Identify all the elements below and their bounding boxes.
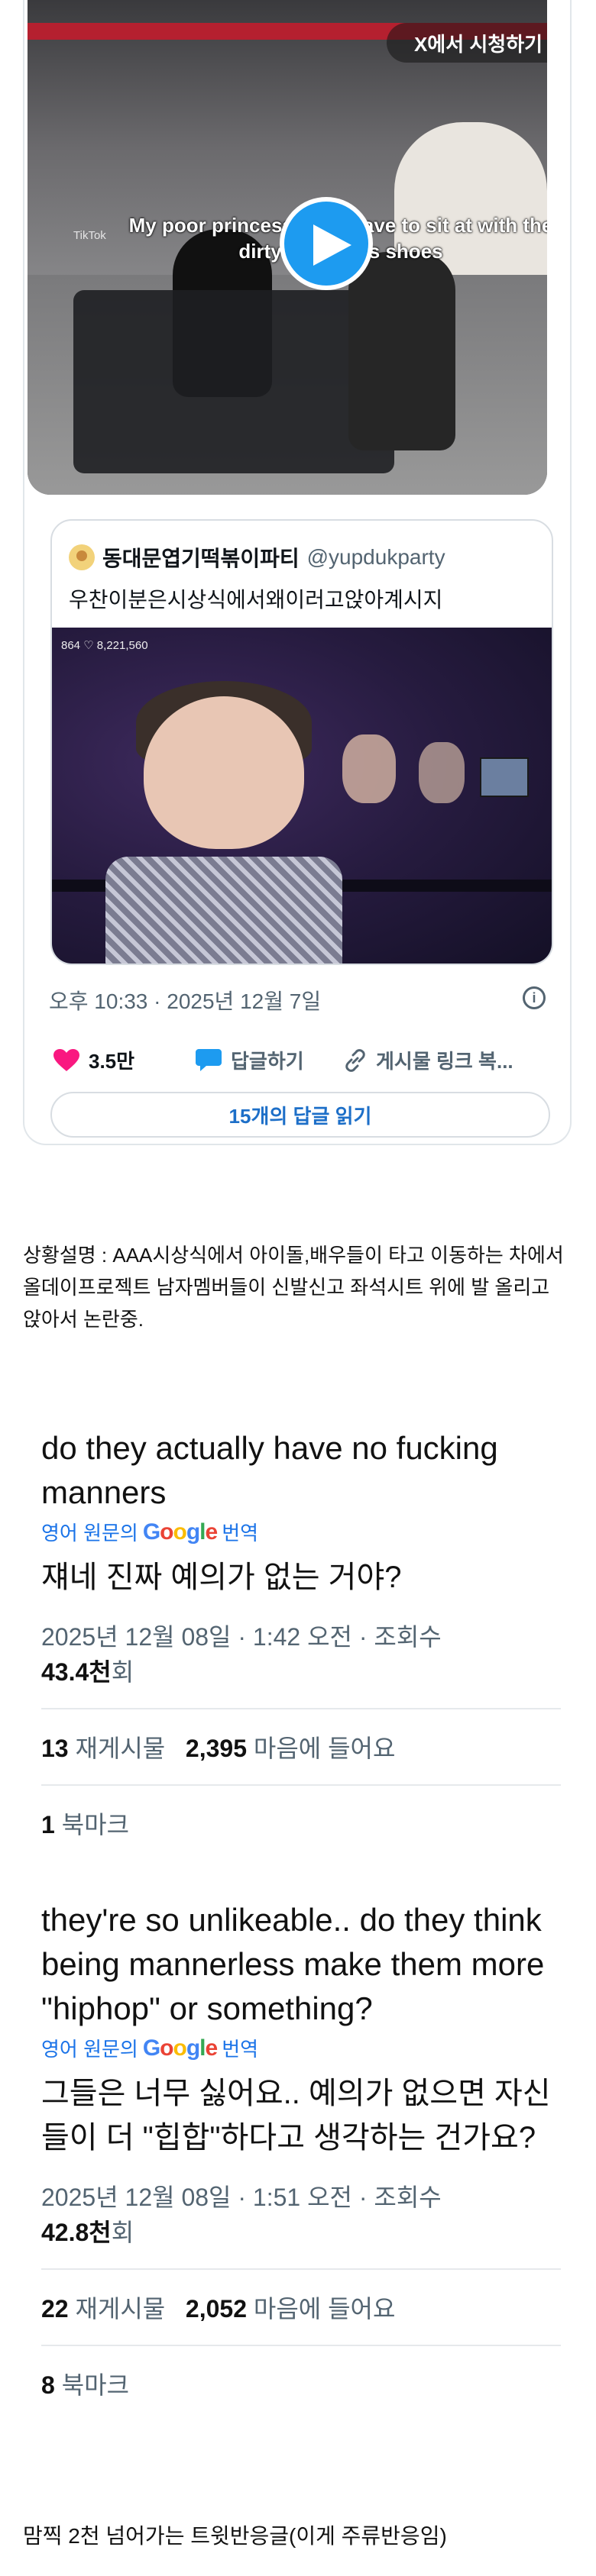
likes-count: 2,395 bbox=[185, 1735, 247, 1762]
google-logo: Google bbox=[142, 2035, 218, 2061]
reply-label: 답글하기 bbox=[231, 1050, 304, 1073]
likes-stat[interactable]: 2,395 마음에 들어요 bbox=[186, 1735, 396, 1762]
translate-prefix: 영어 원문의 bbox=[41, 2038, 138, 2061]
quoted-author-name[interactable]: 동대문엽기떡볶이파티 bbox=[102, 542, 300, 573]
footer-note: 맘찍 2천 넘어가는 트윗반응글(이게 주류반응임) bbox=[23, 2524, 447, 2548]
like-button[interactable]: 3.5만 bbox=[53, 1046, 134, 1074]
tiktok-watermark: TikTok bbox=[73, 229, 106, 242]
reply-bookmarks[interactable]: 8 북마크 bbox=[41, 2346, 561, 2421]
image-stats: 864 ♡ 8,221,560 bbox=[61, 639, 148, 652]
reply-button[interactable]: 답글하기 bbox=[196, 1046, 304, 1074]
situation-explanation: 상황설명 : AAA시상식에서 아이돌,배우들이 타고 이동하는 차에서 올데이… bbox=[23, 1244, 564, 1331]
background-screen bbox=[480, 757, 529, 797]
quoted-tweet-image[interactable]: 864 ♡ 8,221,560 bbox=[52, 628, 552, 964]
likes-count: 2,052 bbox=[185, 2295, 247, 2323]
likes-label: 마음에 들어요 bbox=[253, 2295, 396, 2323]
translate-suffix: 번역 bbox=[222, 2038, 259, 2061]
tweet-actions: 3.5만 답글하기 게시물 링크 복... bbox=[53, 1046, 550, 1077]
reposts-stat[interactable]: 13 재게시물 bbox=[41, 1735, 165, 1762]
reply-timestamp[interactable]: 2025년 12월 08일 · 1:51 오전 · 조회수 bbox=[41, 2178, 561, 2213]
image-person-face bbox=[144, 696, 304, 849]
like-count: 3.5만 bbox=[89, 1050, 135, 1073]
reply-translated-text: 그들은 너무 싫어요.. 예의가 없으면 자신들이 더 "힙합"하다고 생각하는… bbox=[41, 2077, 551, 2155]
views-count: 43.4천 bbox=[41, 1658, 112, 1686]
bookmarks-count: 8 bbox=[41, 2371, 55, 2399]
reposts-stat[interactable]: 22 재게시물 bbox=[41, 2295, 165, 2323]
video-person-seated bbox=[348, 252, 455, 450]
image-person-jacket bbox=[105, 857, 342, 964]
tweet-video[interactable]: TikTok My poor princess, they have to si… bbox=[28, 0, 547, 495]
reply-views: 43.4천회 bbox=[41, 1653, 561, 1688]
likes-label: 마음에 들어요 bbox=[253, 1735, 396, 1762]
info-icon[interactable]: i bbox=[523, 986, 546, 1009]
reply-tweet: do they actually have no fucking manners… bbox=[41, 1426, 561, 1861]
reply-tweet: they're so unlikeable.. do they think be… bbox=[41, 1898, 561, 2421]
bookmarks-count: 1 bbox=[41, 1811, 55, 1838]
copy-link-label: 게시물 링크 복... bbox=[376, 1050, 513, 1073]
reposts-label: 재게시물 bbox=[75, 1735, 166, 1762]
reply-original-text: they're so unlikeable.. do they think be… bbox=[41, 1902, 545, 2026]
read-replies-button[interactable]: 15개의 답글 읽기 bbox=[50, 1092, 550, 1138]
translation-attribution[interactable]: 영어 원문의 Google 번역 bbox=[41, 1518, 561, 1546]
tweet-timestamp[interactable]: 오후 10:33 · 2025년 12월 7일 bbox=[49, 985, 321, 1015]
reply-translated-text: 쟤네 진짜 예의가 없는 거야? bbox=[41, 1561, 402, 1594]
reposts-label: 재게시물 bbox=[75, 2295, 166, 2323]
copy-link-button[interactable]: 게시물 링크 복... bbox=[344, 1046, 513, 1074]
reply-timestamp[interactable]: 2025년 12월 08일 · 1:42 오전 · 조회수 bbox=[41, 1618, 561, 1653]
reposts-count: 13 bbox=[41, 1735, 69, 1762]
watch-on-x-button[interactable]: X에서 시청하기 bbox=[387, 23, 547, 63]
reply-bubble-icon bbox=[196, 1048, 222, 1071]
bookmarks-label: 북마크 bbox=[61, 1811, 130, 1838]
quoted-tweet-header: 동대문엽기떡볶이파티 @yupdukparty bbox=[69, 542, 445, 573]
reply-views: 42.8천회 bbox=[41, 2213, 561, 2248]
quoted-author-handle[interactable]: @yupdukparty bbox=[307, 545, 445, 570]
translate-prefix: 영어 원문의 bbox=[41, 1522, 138, 1545]
avatar[interactable] bbox=[69, 544, 95, 570]
reply-original-text: do they actually have no fucking manners bbox=[41, 1430, 498, 1510]
bookmarks-label: 북마크 bbox=[61, 2371, 130, 2399]
translation-attribution[interactable]: 영어 원문의 Google 번역 bbox=[41, 2034, 561, 2062]
play-button[interactable] bbox=[280, 197, 373, 290]
video-cart bbox=[73, 290, 394, 473]
quoted-tweet-text: 우찬이분은시상식에서왜이러고앉아계시지 bbox=[69, 588, 443, 612]
reply-engagement: 22 재게시물 2,052 마음에 들어요 bbox=[41, 2270, 561, 2345]
reply-bookmarks[interactable]: 1 북마크 bbox=[41, 1786, 561, 1861]
link-icon bbox=[345, 1048, 365, 1072]
views-suffix: 회 bbox=[111, 2219, 134, 2246]
background-person bbox=[419, 742, 465, 803]
heart-icon bbox=[53, 1048, 79, 1071]
background-person bbox=[342, 734, 396, 803]
reposts-count: 22 bbox=[41, 2295, 69, 2323]
views-suffix: 회 bbox=[111, 1658, 134, 1686]
likes-stat[interactable]: 2,052 마음에 들어요 bbox=[186, 2295, 396, 2323]
reply-engagement: 13 재게시물 2,395 마음에 들어요 bbox=[41, 1709, 561, 1784]
google-logo: Google bbox=[142, 1519, 218, 1545]
play-icon bbox=[313, 224, 351, 266]
quoted-tweet[interactable]: 동대문엽기떡볶이파티 @yupdukparty 우찬이분은시상식에서왜이러고앉아… bbox=[50, 519, 553, 965]
translate-suffix: 번역 bbox=[222, 1522, 259, 1545]
views-count: 42.8천 bbox=[41, 2219, 112, 2246]
